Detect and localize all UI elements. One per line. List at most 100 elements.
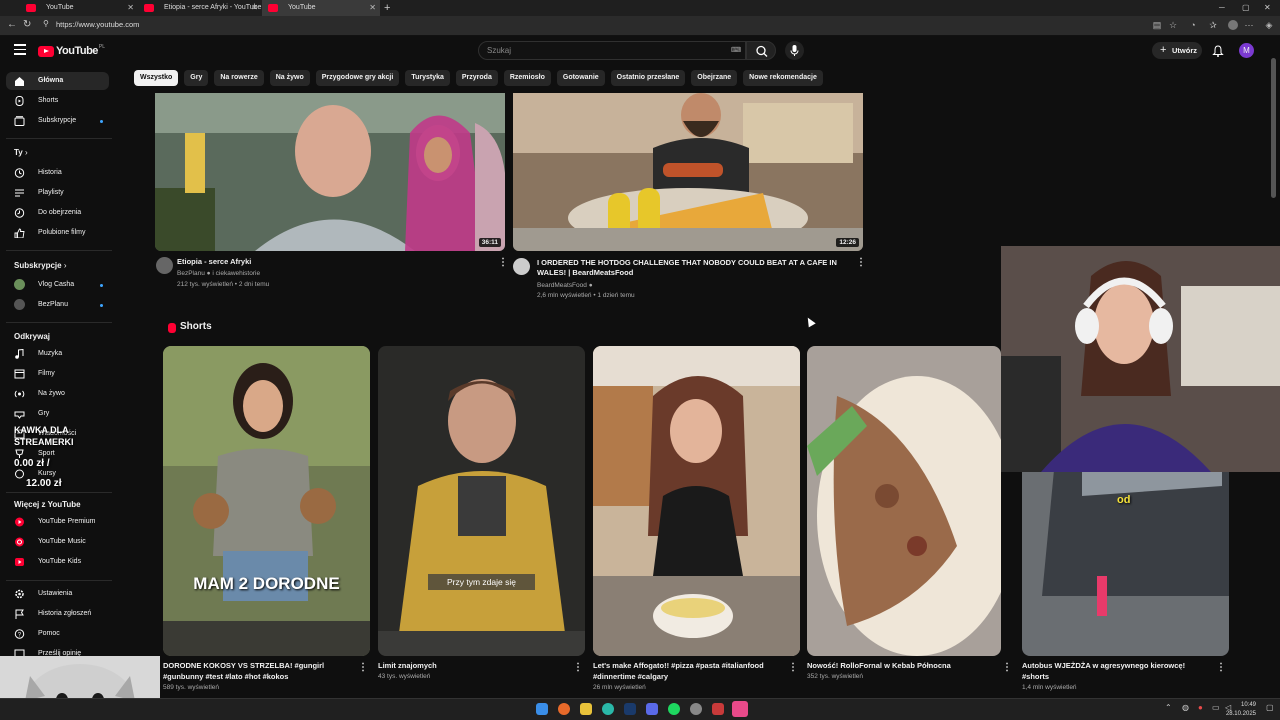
- site-info-icon[interactable]: ⚲: [43, 19, 49, 28]
- more-options-icon[interactable]: ⋮: [856, 257, 866, 268]
- short-thumbnail[interactable]: [593, 346, 800, 656]
- filter-chip[interactable]: Turystyka: [405, 70, 450, 86]
- filter-chip[interactable]: Wszystko: [134, 70, 179, 86]
- filter-chip[interactable]: Nowe rekomendacje: [743, 70, 823, 86]
- bookmark-star-icon[interactable]: ☆: [1168, 20, 1178, 30]
- sidebar-item-help[interactable]: ? Pomoc: [6, 625, 109, 643]
- short-title[interactable]: Nowość! RolloFornal w Kebab Północna: [807, 660, 997, 671]
- sidebar-item-live[interactable]: Na żywo: [6, 385, 109, 403]
- avatar[interactable]: M: [1239, 43, 1254, 58]
- steam-icon[interactable]: [624, 703, 636, 715]
- copilot-icon[interactable]: ◈: [1264, 20, 1274, 30]
- sidebar-item-history[interactable]: Historia: [6, 164, 109, 182]
- keyboard-icon[interactable]: ⌨: [731, 46, 741, 54]
- url-field[interactable]: https://www.youtube.com: [56, 20, 139, 29]
- create-button[interactable]: + Utwórz: [1152, 42, 1202, 59]
- browser-tab-active[interactable]: YouTube ✕: [262, 0, 380, 16]
- more-options-icon[interactable]: ⋮: [358, 662, 368, 673]
- short-thumbnail[interactable]: MAM 2 DORODNE: [163, 346, 370, 656]
- filter-chip[interactable]: Przygodowe gry akcji: [315, 70, 400, 86]
- filter-chip[interactable]: Gry: [184, 70, 209, 86]
- favorites-icon[interactable]: ✰: [1208, 20, 1218, 30]
- video-title[interactable]: I ORDERED THE HOTDOG CHALLENGE THAT NOBO…: [537, 258, 837, 278]
- close-tab-icon[interactable]: ✕: [127, 0, 134, 16]
- short-title[interactable]: Let's make Affogato!! #pizza #pasta #ita…: [593, 660, 783, 682]
- video-thumbnail[interactable]: 12:26: [513, 93, 863, 251]
- hamburger-menu-icon[interactable]: [14, 44, 26, 56]
- sidebar-section-you[interactable]: Ty ›: [14, 148, 28, 157]
- sidebar-item-music[interactable]: Muzyka: [6, 345, 109, 363]
- close-window-button[interactable]: ✕: [1264, 0, 1271, 16]
- channel-avatar[interactable]: [156, 257, 173, 274]
- back-icon[interactable]: ←: [7, 19, 17, 30]
- windows-start-icon[interactable]: [536, 703, 548, 715]
- filter-chip[interactable]: Przyroda: [455, 70, 498, 86]
- channel-name[interactable]: BezPlanu ● i ciekawehistorie: [177, 269, 260, 279]
- sidebar-item-home[interactable]: Główna: [6, 72, 109, 90]
- filter-chip[interactable]: Na żywo: [269, 70, 310, 86]
- tray-mic-icon[interactable]: ●: [1198, 703, 1203, 712]
- more-options-icon[interactable]: ⋮: [1216, 662, 1226, 673]
- notifications-bell-icon[interactable]: [1212, 44, 1224, 57]
- filter-chip[interactable]: Rzemiosło: [503, 70, 551, 86]
- sidebar-item-youtube-kids[interactable]: YouTube Kids: [6, 553, 109, 571]
- more-options-icon[interactable]: ⋮: [573, 662, 583, 673]
- channel-name[interactable]: BeardMeatsFood ●: [537, 281, 593, 291]
- edge-icon[interactable]: [602, 703, 614, 715]
- voice-search-button[interactable]: [785, 41, 804, 60]
- short-thumbnail[interactable]: [807, 346, 1001, 656]
- sidebar-section-subscriptions[interactable]: Subskrypcje ›: [14, 261, 66, 270]
- sidebar-item-subscriptions[interactable]: Subskrypcje: [6, 112, 109, 130]
- reader-icon[interactable]: ▤: [1152, 20, 1162, 30]
- close-tab-icon[interactable]: ✕: [251, 0, 258, 16]
- channel-avatar[interactable]: [513, 258, 530, 275]
- youtube-logo[interactable]: YouTube PL: [38, 44, 105, 58]
- sidebar-item-films[interactable]: Filmy: [6, 365, 109, 383]
- sidebar-item-playlists[interactable]: Playlisty: [6, 184, 109, 202]
- sidebar-item-gaming[interactable]: Gry: [6, 405, 109, 423]
- obs-icon[interactable]: [690, 703, 702, 715]
- filter-chip[interactable]: Obejrzane: [691, 70, 738, 86]
- profile-icon[interactable]: [1228, 20, 1238, 30]
- search-input[interactable]: Szukaj: [478, 41, 746, 60]
- file-explorer-icon[interactable]: [580, 703, 592, 715]
- minimize-button[interactable]: ─: [1219, 0, 1225, 16]
- active-app-icon[interactable]: [732, 701, 748, 717]
- sidebar-item-channel[interactable]: BezPlanu: [6, 296, 109, 314]
- video-title[interactable]: Etiopia - serce Afryki: [177, 257, 487, 267]
- short-title[interactable]: Autobus WJEŻDŻA w agresywnego kierowcę! …: [1022, 660, 1212, 682]
- close-tab-icon[interactable]: ✕: [369, 0, 376, 16]
- extension-icon[interactable]: ◔: [1188, 20, 1198, 30]
- discord-icon[interactable]: [646, 703, 658, 715]
- more-options-icon[interactable]: ⋮: [498, 257, 508, 268]
- more-menu-icon[interactable]: ⋯: [1244, 20, 1254, 30]
- sidebar-item-shorts[interactable]: Shorts: [6, 92, 109, 110]
- notifications-icon[interactable]: ▢: [1266, 703, 1274, 712]
- browser-tab[interactable]: YouTube ✕: [20, 0, 138, 16]
- short-title[interactable]: DORODNE KOKOSY VS STRZELBA! #gungirl #gu…: [163, 660, 353, 682]
- network-icon[interactable]: ▭: [1212, 703, 1220, 712]
- sidebar-item-watch-later[interactable]: Do obejrzenia: [6, 204, 109, 222]
- more-options-icon[interactable]: ⋮: [788, 662, 798, 673]
- filter-chip[interactable]: Gotowanie: [556, 70, 605, 86]
- system-clock[interactable]: 10:49 28.10.2025: [1226, 701, 1256, 719]
- more-options-icon[interactable]: ⋮: [1002, 662, 1012, 673]
- search-button[interactable]: [746, 41, 776, 60]
- spotify-icon[interactable]: [668, 703, 680, 715]
- maximize-button[interactable]: ▢: [1242, 0, 1250, 16]
- short-title[interactable]: Limit znajomych: [378, 660, 568, 671]
- filter-chip[interactable]: Ostatnio przesłane: [610, 70, 686, 86]
- app-icon[interactable]: [712, 703, 724, 715]
- tray-app-icon[interactable]: ◍: [1182, 703, 1189, 712]
- filter-chip[interactable]: Na rowerze: [214, 70, 264, 86]
- short-thumbnail[interactable]: Przy tym zdaje się: [378, 346, 585, 656]
- sidebar-item-youtube-music[interactable]: YouTube Music: [6, 533, 109, 551]
- reload-icon[interactable]: ↻: [23, 19, 31, 30]
- video-thumbnail[interactable]: 36:11: [155, 93, 505, 251]
- page-scrollbar[interactable]: [1271, 58, 1276, 198]
- sidebar-item-settings[interactable]: Ustawienia: [6, 585, 109, 603]
- firefox-icon[interactable]: [558, 703, 570, 715]
- sidebar-item-report-history[interactable]: Historia zgłoszeń: [6, 605, 109, 623]
- browser-tab[interactable]: Etiopia - serce Afryki - YouTube ✕: [138, 0, 262, 16]
- sidebar-item-liked[interactable]: Polubione filmy: [6, 224, 109, 242]
